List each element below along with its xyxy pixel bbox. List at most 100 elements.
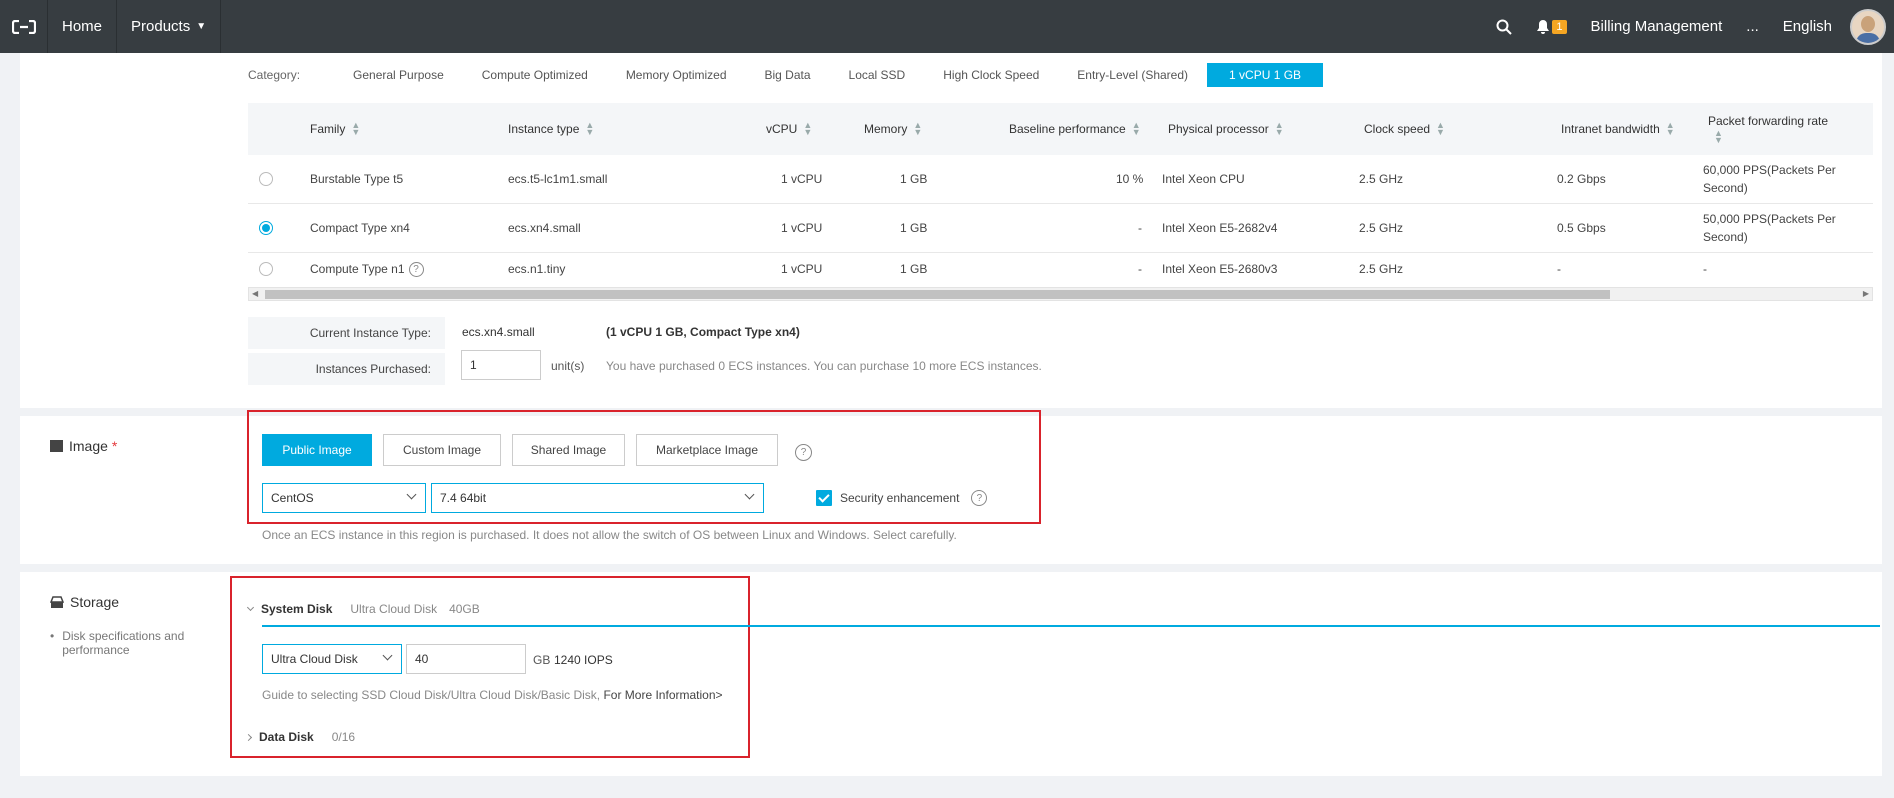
table-row[interactable]: Compute Type n1? ecs.n1.tiny 1 vCPU 1 GB… (248, 253, 1873, 285)
table-row[interactable]: Compact Type xn4 ecs.xn4.small 1 vCPU 1 … (248, 204, 1873, 253)
help-icon[interactable]: ? (971, 490, 988, 506)
category-general-purpose[interactable]: General Purpose (334, 63, 463, 87)
nav-more[interactable]: ... (1734, 0, 1771, 53)
aliyun-logo-icon[interactable] (0, 0, 48, 53)
nav-products[interactable]: Products ▼ (117, 0, 222, 53)
col-family[interactable]: Family ▲ ▼ (310, 103, 360, 155)
search-icon[interactable] (1484, 0, 1524, 53)
sort-icon: ▲ ▼ (913, 120, 923, 137)
sort-icon: ▲ ▼ (1436, 120, 1445, 137)
tab-shared-image[interactable]: Shared Image (512, 434, 625, 466)
tab-custom-image[interactable]: Custom Image (383, 434, 501, 466)
image-section-title: Image * (50, 438, 117, 454)
bell-icon (1537, 19, 1550, 34)
scroll-left-icon[interactable]: ◀ (252, 288, 258, 300)
avatar[interactable] (1850, 8, 1886, 45)
disk-icon (50, 595, 64, 608)
security-enhancement-checkbox[interactable]: Security enhancement ? (816, 490, 988, 506)
cell-processor: Intel Xeon CPU (1162, 172, 1245, 186)
instance-table: Family ▲ ▼ Instance type ▲ ▼ vCPU ▲ ▼ Memory ▲ ▼… (248, 103, 1873, 301)
horizontal-scrollbar[interactable]: ◀ ▶ (248, 287, 1873, 301)
category-memory-optimized[interactable]: Memory Optimized (607, 63, 746, 87)
storage-bullet-text: Disk specifications and performance (62, 629, 185, 657)
data-disk-label: Data Disk (259, 730, 314, 744)
col-processor[interactable]: Physical processor ▲ ▼ (1168, 103, 1284, 155)
nav-billing[interactable]: Billing Management (1579, 0, 1735, 53)
os-select[interactable]: CentOS (262, 483, 426, 513)
col-baseline[interactable]: Baseline performance ▲ ▼ (1009, 103, 1141, 155)
required-mark: * (111, 438, 118, 454)
help-icon[interactable]: ? (408, 261, 424, 277)
data-disk-toggle[interactable]: Data Disk 0/16 (244, 730, 355, 744)
bullet-dot: • (50, 629, 55, 643)
image-note: Once an ECS instance in this region is p… (262, 528, 957, 542)
col-processor-label: Physical processor (1168, 122, 1269, 136)
cell-vcpu: 1 vCPU (781, 172, 823, 186)
scrollbar-thumb[interactable] (265, 290, 1610, 299)
sort-icon: ▲ ▼ (351, 120, 361, 137)
col-bandwidth[interactable]: Intranet bandwidth ▲ ▼ (1561, 103, 1675, 155)
col-vcpu[interactable]: vCPU ▲ ▼ (766, 103, 812, 155)
cell-memory: 1 GB (900, 172, 928, 186)
col-pps[interactable]: Packet forwarding rate ▲ ▼ (1708, 103, 1828, 155)
category-entry-level[interactable]: Entry-Level (Shared) (1058, 63, 1207, 87)
current-type-label: Current Instance Type: (248, 317, 445, 349)
scroll-right-icon[interactable]: ▶ (1863, 288, 1869, 300)
notification-button[interactable]: 1 (1524, 0, 1578, 53)
col-clock[interactable]: Clock speed ▲ ▼ (1364, 103, 1445, 155)
help-icon[interactable]: ? (795, 444, 812, 461)
cell-processor: Intel Xeon E5-2680v3 (1162, 262, 1278, 276)
storage-title: Storage (70, 594, 120, 610)
category-high-clock-speed[interactable]: High Clock Speed (924, 63, 1058, 87)
category-big-data[interactable]: Big Data (746, 63, 830, 87)
nav-home-label: Home (62, 18, 103, 35)
cell-vcpu: 1 vCPU (781, 262, 823, 276)
cell-family: Burstable Type t5 (310, 172, 404, 186)
cell-pps: 60,000 PPS(Packets Per Second) (1703, 163, 1836, 195)
checkbox-checked-icon[interactable] (816, 490, 832, 506)
current-type-value: ecs.xn4.small (462, 325, 535, 339)
sort-icon: ▲ ▼ (585, 120, 595, 137)
more-info-link[interactable]: For More Information> (603, 688, 722, 702)
cell-baseline: 10 % (1116, 172, 1144, 186)
os-select-value: CentOS (271, 491, 314, 505)
table-row[interactable]: Burstable Type t5 ecs.t5-lc1m1.small 1 v… (248, 155, 1873, 204)
sort-icon: ▲ ▼ (1665, 120, 1675, 137)
caret-down-icon: ▼ (196, 21, 207, 32)
cell-clock: 2.5 GHz (1359, 262, 1404, 276)
disk-type-select[interactable]: Ultra Cloud Disk (262, 644, 402, 674)
category-compute-optimized[interactable]: Compute Optimized (463, 63, 607, 87)
category-local-ssd[interactable]: Local SSD (830, 63, 925, 87)
col-clock-label: Clock speed (1364, 122, 1431, 136)
instances-quantity-input[interactable]: 1 (461, 350, 541, 380)
nav-language[interactable]: English (1771, 0, 1844, 53)
cell-family: Compute Type n1 (310, 262, 405, 276)
tab-public-image[interactable]: Public Image (262, 434, 372, 466)
sort-icon: ▲ ▼ (803, 120, 813, 137)
col-vcpu-label: vCPU (766, 122, 798, 136)
version-select-value: 7.4 64bit (440, 491, 487, 505)
col-instance-type[interactable]: Instance type ▲ ▼ (508, 103, 594, 155)
version-select[interactable]: 7.4 64bit (431, 483, 764, 513)
cell-clock: 2.5 GHz (1359, 221, 1404, 235)
tab-marketplace-image[interactable]: Marketplace Image (636, 434, 778, 466)
nav-products-label: Products (131, 18, 191, 35)
system-disk-toggle[interactable]: System Disk Ultra Cloud Disk 40GB (246, 602, 480, 616)
nav-home[interactable]: Home (48, 0, 118, 53)
row-radio-selected[interactable] (259, 221, 273, 235)
disk-iops: 1240 IOPS (554, 653, 613, 667)
category-label: Category: (248, 68, 301, 82)
category-1vcpu-1gb[interactable]: 1 vCPU 1 GB (1207, 63, 1324, 87)
instance-panel: Category: General Purpose Compute Optimi… (20, 53, 1882, 408)
col-family-label: Family (310, 122, 346, 136)
cell-instance-type: ecs.t5-lc1m1.small (508, 172, 608, 186)
current-type-desc: (1 vCPU 1 GB, Compact Type xn4) (606, 325, 800, 339)
col-memory-label: Memory (864, 122, 908, 136)
row-radio[interactable] (259, 262, 273, 276)
image-panel: Image * Public Image Custom Image Shared… (20, 410, 1882, 564)
row-radio[interactable] (259, 172, 273, 186)
disk-size-input[interactable]: 40 (406, 644, 526, 674)
col-memory[interactable]: Memory ▲ ▼ (864, 103, 922, 155)
chevron-down-icon (744, 489, 755, 500)
security-enhancement-label: Security enhancement (840, 491, 960, 505)
